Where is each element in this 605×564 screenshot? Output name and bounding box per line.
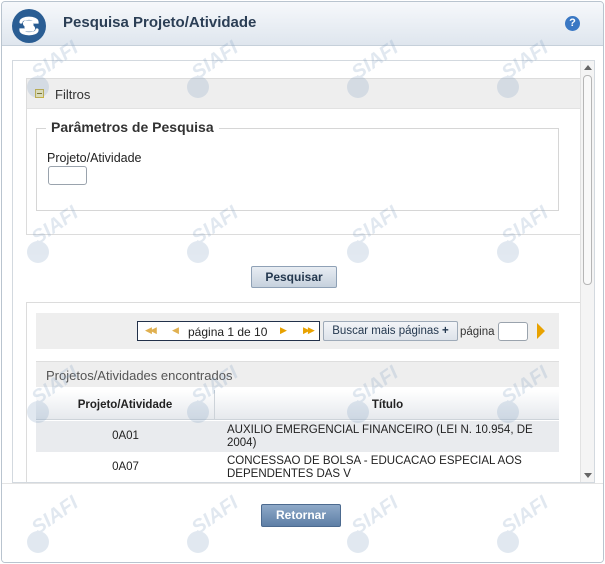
results-panel: ◀◀ ◀ página 1 de 10 ▶ ▶▶ Buscar mais pág… bbox=[26, 302, 581, 482]
page-jump-input[interactable] bbox=[498, 322, 528, 341]
page-title: Pesquisa Projeto/Atividade bbox=[63, 14, 257, 31]
search-parameters-legend: Parâmetros de Pesquisa bbox=[46, 119, 219, 135]
table-row[interactable]: 0A07 CONCESSAO DE BOLSA - EDUCACAO ESPEC… bbox=[36, 452, 559, 482]
dialog-window: Pesquisa Projeto/Atividade ? Filtros Par… bbox=[1, 1, 604, 563]
more-pages-label: Buscar mais páginas bbox=[332, 325, 440, 337]
row-title: CONCESSAO DE BOLSA - EDUCACAO ESPECIAL A… bbox=[227, 455, 522, 480]
scroll-content: Filtros Parâmetros de Pesquisa Projeto/A… bbox=[12, 60, 595, 483]
row-title: AUXILIO EMERGENCIAL FINANCEIRO (LEI N. 1… bbox=[227, 424, 533, 449]
page-status: página 1 de 10 bbox=[188, 325, 268, 339]
plus-icon: + bbox=[442, 325, 449, 337]
scroll-up-icon[interactable] bbox=[584, 65, 592, 70]
prev-page-icon[interactable]: ◀ bbox=[172, 325, 179, 336]
project-activity-input[interactable] bbox=[48, 166, 87, 185]
page-jump-label: página bbox=[460, 326, 495, 338]
help-icon[interactable]: ? bbox=[565, 16, 580, 31]
results-caption-text: Projetos/Atividades encontrados bbox=[46, 368, 233, 383]
column-header-title[interactable]: Título bbox=[216, 390, 559, 420]
footer-bar: Retornar bbox=[2, 483, 603, 562]
pager-navigation: ◀◀ ◀ página 1 de 10 ▶ ▶▶ bbox=[137, 321, 320, 341]
row-code[interactable]: 0A07 bbox=[36, 452, 215, 482]
filter-toggle-label: Filtros bbox=[55, 87, 91, 102]
row-code[interactable]: 0A01 bbox=[36, 421, 215, 452]
results-caption: Projetos/Atividades encontrados bbox=[36, 361, 559, 387]
search-parameters-fieldset: Parâmetros de Pesquisa Projeto/Atividade bbox=[36, 119, 559, 211]
scroll-thumb[interactable] bbox=[583, 75, 592, 285]
table-row[interactable]: 0A01 AUXILIO EMERGENCIAL FINANCEIRO (LEI… bbox=[36, 421, 559, 452]
scroll-down-icon[interactable] bbox=[584, 473, 592, 478]
vertical-scrollbar[interactable] bbox=[580, 61, 594, 482]
filter-panel: Filtros Parâmetros de Pesquisa Projeto/A… bbox=[26, 78, 581, 235]
more-pages-button[interactable]: Buscar mais páginas + bbox=[323, 321, 458, 341]
go-page-icon[interactable] bbox=[537, 323, 545, 339]
next-page-icon[interactable]: ▶ bbox=[280, 325, 287, 336]
search-button[interactable]: Pesquisar bbox=[251, 266, 337, 288]
project-activity-label: Projeto/Atividade bbox=[47, 151, 142, 165]
first-page-icon[interactable]: ◀◀ bbox=[145, 325, 157, 336]
last-page-icon[interactable]: ▶▶ bbox=[303, 325, 315, 336]
collapse-minus-icon[interactable] bbox=[35, 89, 44, 98]
return-button[interactable]: Retornar bbox=[261, 504, 341, 527]
results-table-header: Projeto/Atividade Título bbox=[36, 390, 559, 420]
column-header-project-activity[interactable]: Projeto/Atividade bbox=[36, 390, 215, 420]
pager-bar: ◀◀ ◀ página 1 de 10 ▶ ▶▶ Buscar mais pág… bbox=[36, 313, 559, 349]
title-bar: Pesquisa Projeto/Atividade ? bbox=[2, 2, 603, 46]
siafi-logo-icon bbox=[12, 9, 46, 43]
filter-toggle[interactable]: Filtros bbox=[27, 79, 580, 109]
